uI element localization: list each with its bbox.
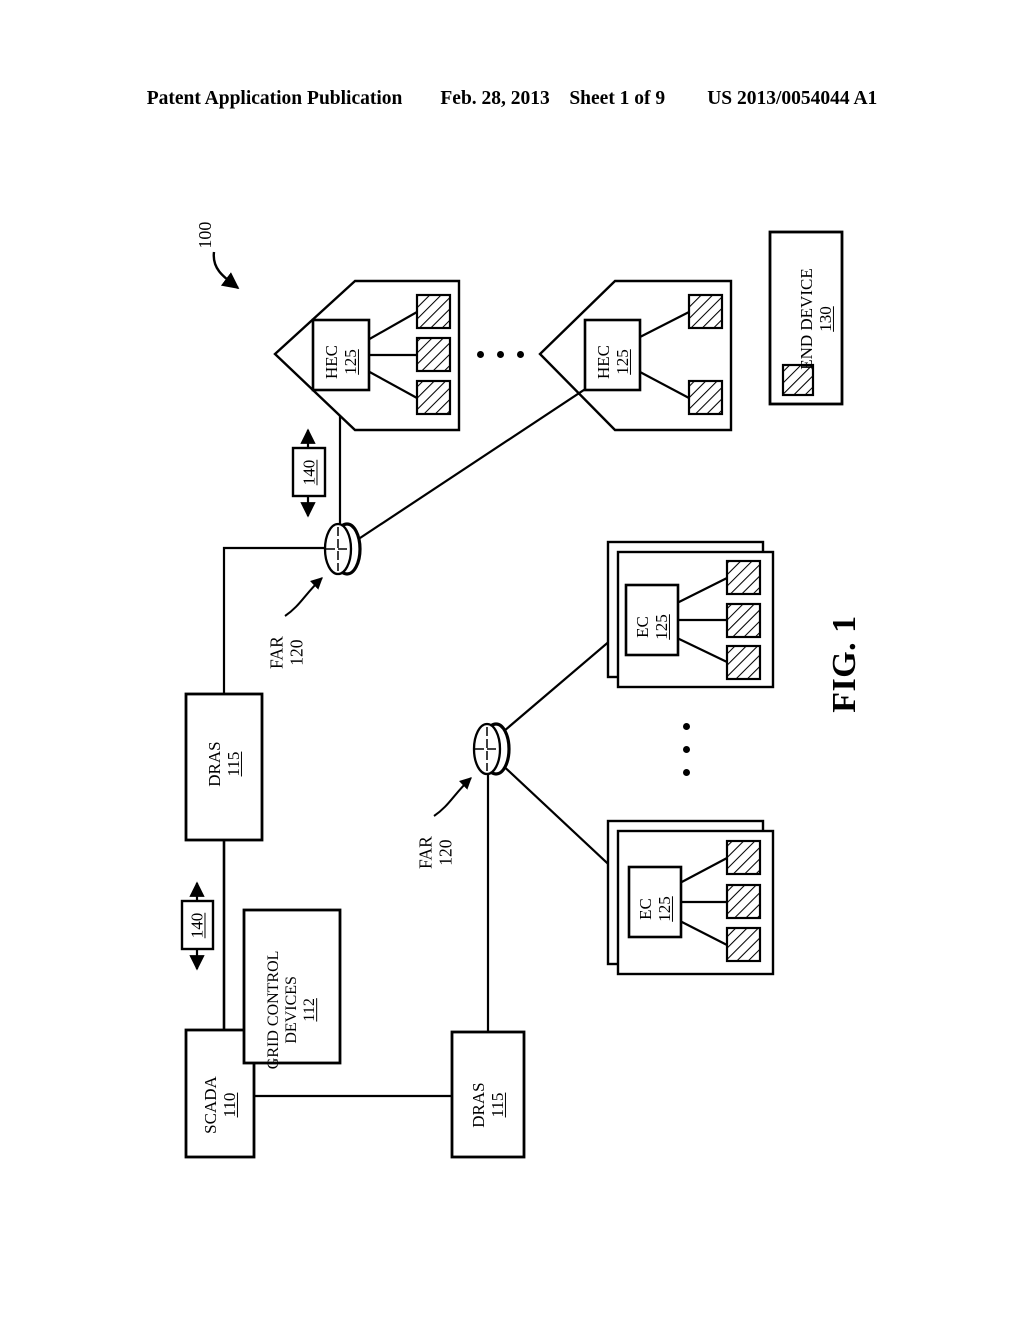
link-lower-ref: 140: [187, 912, 207, 939]
ec-1-label: EC 125: [633, 598, 671, 656]
end-device-square: [725, 559, 762, 596]
far-upper-ref: 120: [286, 639, 306, 666]
dras-lower-label-text: DRAS: [468, 1082, 488, 1128]
home-2-end-devices: [687, 293, 724, 416]
dras-lower-ref: 115: [488, 1092, 507, 1118]
hec-2-ref: 125: [613, 349, 632, 375]
far-upper-label-text: FAR: [266, 636, 287, 669]
scada-label: SCADA 110: [201, 1059, 239, 1151]
ec-1-ref: 125: [652, 614, 671, 640]
dras-upper-label: DRAS 115: [205, 719, 243, 809]
legend-label-text: END DEVICE: [796, 268, 816, 370]
dras-upper-label-text: DRAS: [204, 741, 224, 787]
ec-2-label: EC 125: [636, 880, 674, 938]
ec-2-ref: 125: [655, 896, 674, 922]
figure-1-diagram: 100 FIG. 1 END DEVICE 130 HEC 125 HEC 12…: [0, 0, 1024, 1320]
end-device-square: [415, 379, 452, 416]
link-upper-ref: 140: [299, 459, 319, 486]
end-device-square: [415, 336, 452, 373]
far-upper-label: FAR 120: [266, 609, 306, 697]
end-device-square: [687, 293, 724, 330]
home-2-internal-links: [639, 311, 690, 399]
dras-upper-ref: 115: [224, 751, 243, 777]
end-device-square: [725, 926, 762, 963]
system-ref-label: 100: [194, 221, 215, 249]
legend-ref: 130: [816, 306, 835, 332]
figure-caption: FIG. 1: [825, 615, 863, 713]
legend-label: END DEVICE 130: [797, 249, 835, 389]
grid-control-ref: 112: [300, 998, 318, 1022]
far-lower-router: [472, 722, 511, 776]
hec-2-label: HEC 125: [594, 332, 632, 392]
end-device-square: [725, 602, 762, 639]
far-lower-label: FAR 120: [415, 809, 455, 897]
home-1-end-devices: [415, 293, 452, 416]
far-lower-ref: 120: [435, 839, 455, 866]
ec-cluster-2: [606, 819, 775, 976]
diagram-canvas: [180, 230, 844, 1159]
ec-2-label-text: EC: [635, 898, 655, 920]
grid-control-line-1: GRID CONTROL: [265, 950, 283, 1070]
end-device-square: [725, 839, 762, 876]
hec-1-label-text: HEC: [321, 345, 341, 380]
scada-ref: 110: [220, 1092, 239, 1118]
end-device-square: [725, 644, 762, 681]
grid-control-devices-label: GRID CONTROL DEVICES 112: [265, 932, 319, 1088]
scada-label-text: SCADA: [200, 1076, 220, 1134]
end-device-square: [725, 883, 762, 920]
hec-1-label: HEC 125: [322, 332, 360, 392]
dras-lower-label: DRAS 115: [469, 1060, 507, 1150]
hec-1-ref: 125: [341, 349, 360, 375]
hec-2-label-text: HEC: [593, 345, 613, 380]
end-device-square: [687, 379, 724, 416]
grid-control-line-2: DEVICES: [283, 976, 301, 1044]
system-ref-leader: [212, 251, 240, 290]
far-upper-router: [323, 522, 362, 576]
ec-1-label-text: EC: [632, 616, 652, 638]
far-lower-label-text: FAR: [415, 836, 436, 869]
end-device-square: [415, 293, 452, 330]
